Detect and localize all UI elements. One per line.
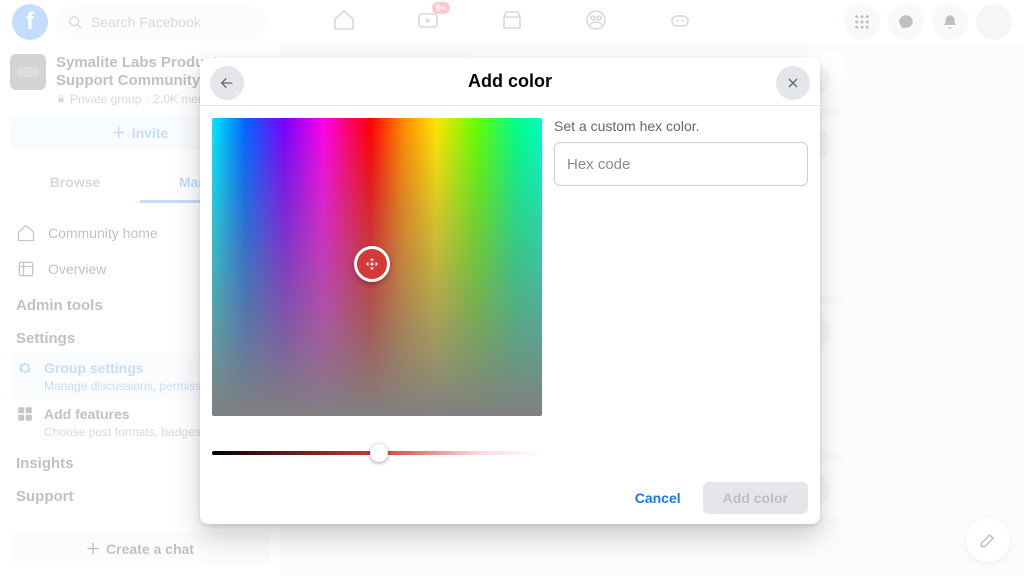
modal-title: Add color	[468, 71, 552, 92]
hex-label: Set a custom hex color.	[554, 118, 808, 134]
arrow-left-icon	[219, 75, 235, 91]
modal-header: Add color	[200, 58, 820, 106]
slider-thumb[interactable]	[370, 444, 388, 462]
close-button[interactable]	[776, 66, 810, 100]
color-field[interactable]	[212, 118, 542, 416]
back-button[interactable]	[210, 66, 244, 100]
color-field-handle[interactable]	[354, 246, 390, 282]
move-icon	[365, 257, 379, 271]
cancel-button[interactable]: Cancel	[621, 482, 695, 514]
hex-code-input[interactable]	[554, 142, 808, 186]
add-color-button[interactable]: Add color	[703, 482, 808, 514]
hex-column: Set a custom hex color.	[554, 118, 808, 462]
modal-footer: Cancel Add color	[200, 472, 820, 524]
lightness-slider[interactable]	[212, 444, 542, 462]
color-picker-column	[212, 118, 542, 462]
close-icon	[785, 75, 801, 91]
add-color-modal: Add color Set a custom hex color. Cancel…	[200, 58, 820, 524]
modal-body: Set a custom hex color.	[200, 106, 820, 474]
